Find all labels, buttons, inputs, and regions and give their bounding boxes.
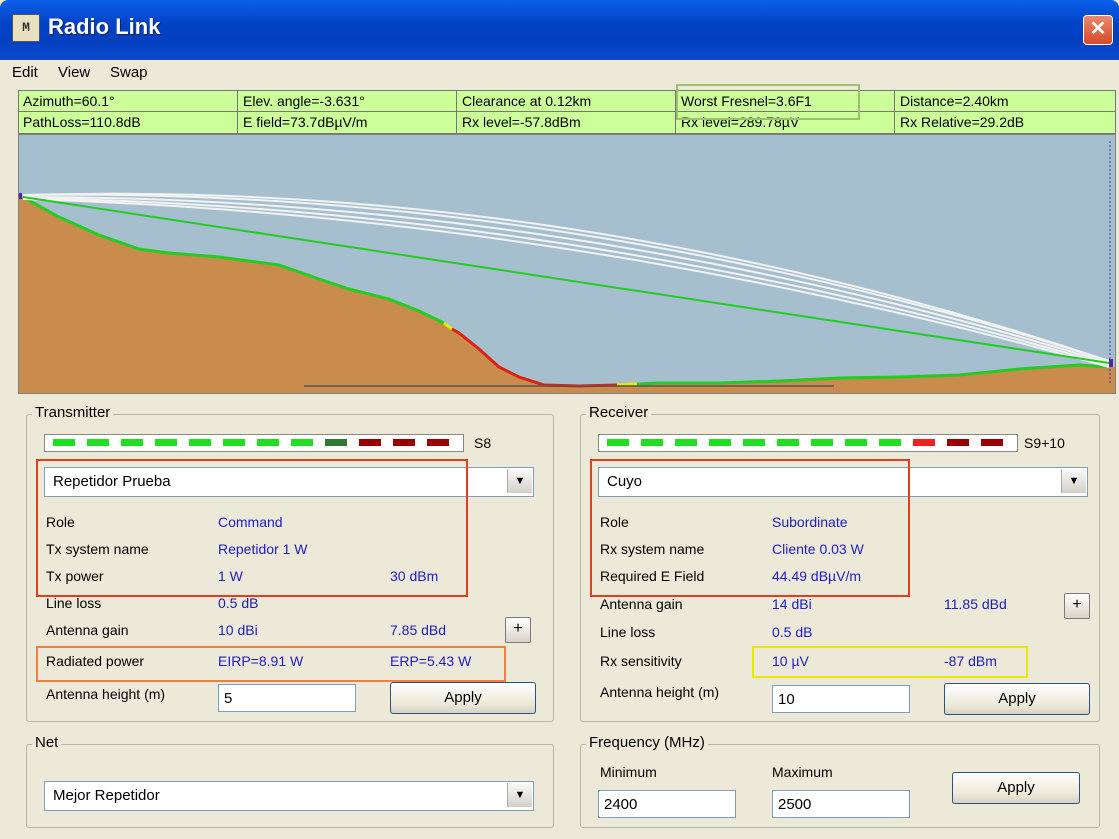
transmitter-signal-label: S8 — [474, 435, 492, 451]
tx-gain-add-button[interactable]: + — [505, 617, 531, 643]
signal-meter-segment — [53, 439, 75, 446]
rx-height-input[interactable]: 10 — [772, 685, 910, 713]
link-info-panel: Azimuth=60.1° Elev. angle=-3.631° Cleara… — [18, 90, 1116, 134]
signal-meter-segment — [359, 439, 381, 446]
tx-gain-dbi-value: 10 dBi — [218, 622, 258, 638]
app-icon: M — [12, 14, 40, 42]
menu-edit[interactable]: Edit — [12, 64, 38, 81]
signal-meter-segment — [777, 439, 799, 446]
frequency-max-input[interactable]: 2500 — [772, 790, 910, 818]
tx-gain-label: Antenna gain — [46, 622, 129, 638]
chevron-down-icon[interactable]: ▼ — [507, 469, 532, 493]
fresnel-highlight-box — [676, 84, 860, 120]
signal-meter-segment — [155, 439, 177, 446]
e-field-value: E field=73.7dBµV/m — [243, 114, 368, 130]
signal-meter-segment — [845, 439, 867, 446]
signal-meter-segment — [811, 439, 833, 446]
signal-meter-segment — [257, 439, 279, 446]
chevron-down-icon[interactable]: ▼ — [507, 783, 532, 807]
frequency-apply-button[interactable]: Apply — [952, 772, 1080, 804]
rx-config-highlight — [590, 459, 910, 597]
window-title: Radio Link — [48, 14, 161, 39]
rx-gain-add-button[interactable]: + — [1064, 593, 1090, 619]
signal-meter-segment — [607, 439, 629, 446]
menu-view[interactable]: View — [58, 64, 90, 81]
signal-meter-segment — [641, 439, 663, 446]
signal-meter-segment — [291, 439, 313, 446]
rx-gain-dbd-value: 11.85 dBd — [944, 596, 1007, 612]
signal-meter-segment — [87, 439, 109, 446]
transmitter-signal-meter — [44, 434, 464, 452]
transmitter-title: Transmitter — [32, 404, 114, 421]
signal-meter-segment — [709, 439, 731, 446]
close-button[interactable]: ✕ — [1083, 15, 1113, 45]
rx-gain-dbi-value: 14 dBi — [772, 596, 812, 612]
menu-bar: Edit View Swap — [0, 60, 1119, 86]
rx-gain-label: Antenna gain — [600, 596, 683, 612]
azimuth-value: Azimuth=60.1° — [23, 93, 115, 109]
distance-value: Distance=2.40km — [900, 93, 1009, 109]
signal-meter-segment — [981, 439, 1003, 446]
rx-sensitivity-label: Rx sensitivity — [600, 653, 682, 669]
signal-meter-segment — [427, 439, 449, 446]
signal-meter-segment — [743, 439, 765, 446]
chevron-down-icon[interactable]: ▼ — [1061, 469, 1086, 493]
title-bar: M Radio Link ✕ — [0, 0, 1119, 60]
frequency-min-value: 2400 — [604, 796, 638, 813]
tx-height-input[interactable]: 5 — [218, 684, 356, 712]
rx-apply-button[interactable]: Apply — [944, 683, 1090, 715]
tx-config-highlight — [36, 459, 468, 597]
receiver-title: Receiver — [586, 404, 652, 421]
frequency-min-input[interactable]: 2400 — [598, 790, 736, 818]
net-select[interactable]: Mejor Repetidor ▼ — [44, 781, 534, 811]
signal-meter-segment — [121, 439, 143, 446]
signal-meter-segment — [879, 439, 901, 446]
rx-height-value: 10 — [778, 691, 795, 708]
signal-meter-segment — [325, 439, 347, 446]
tx-apply-button[interactable]: Apply — [390, 682, 536, 714]
receiver-signal-label: S9+10 — [1024, 435, 1065, 451]
frequency-title: Frequency (MHz) — [586, 734, 708, 751]
rx-relative-value: Rx Relative=29.2dB — [900, 114, 1025, 130]
tx-radiated-highlight — [36, 646, 506, 682]
frequency-max-label: Maximum — [772, 764, 833, 780]
frequency-min-label: Minimum — [600, 764, 657, 780]
signal-meter-segment — [393, 439, 415, 446]
tx-gain-dbd-value: 7.85 dBd — [390, 622, 447, 638]
frequency-max-value: 2500 — [778, 796, 812, 813]
tx-height-label: Antenna height (m) — [46, 686, 166, 702]
net-value: Mejor Repetidor — [53, 787, 160, 804]
tx-height-value: 5 — [224, 690, 233, 707]
signal-meter-segment — [947, 439, 969, 446]
receiver-signal-meter — [598, 434, 1018, 452]
signal-meter-segment — [189, 439, 211, 446]
terrain-profile-graph — [19, 135, 1115, 393]
rx-sensitivity-highlight — [752, 646, 1028, 678]
signal-meter-segment — [913, 439, 935, 446]
rx-line-loss-value: 0.5 dB — [772, 624, 813, 640]
path-loss-value: PathLoss=110.8dB — [23, 114, 141, 130]
signal-meter-segment — [223, 439, 245, 446]
tx-line-loss-label: Line loss — [46, 595, 102, 611]
signal-meter-segment — [675, 439, 697, 446]
rx-line-loss-label: Line loss — [600, 624, 656, 640]
clearance-value: Clearance at 0.12km — [462, 93, 592, 109]
rx-level-dbm-value: Rx level=-57.8dBm — [462, 114, 581, 130]
tx-line-loss-value: 0.5 dB — [218, 595, 259, 611]
rx-height-label: Antenna height (m) — [600, 684, 720, 700]
menu-swap[interactable]: Swap — [110, 64, 148, 81]
elevation-angle-value: Elev. angle=-3.631° — [243, 93, 365, 109]
terrain-profile — [18, 134, 1116, 394]
net-title: Net — [32, 734, 62, 751]
